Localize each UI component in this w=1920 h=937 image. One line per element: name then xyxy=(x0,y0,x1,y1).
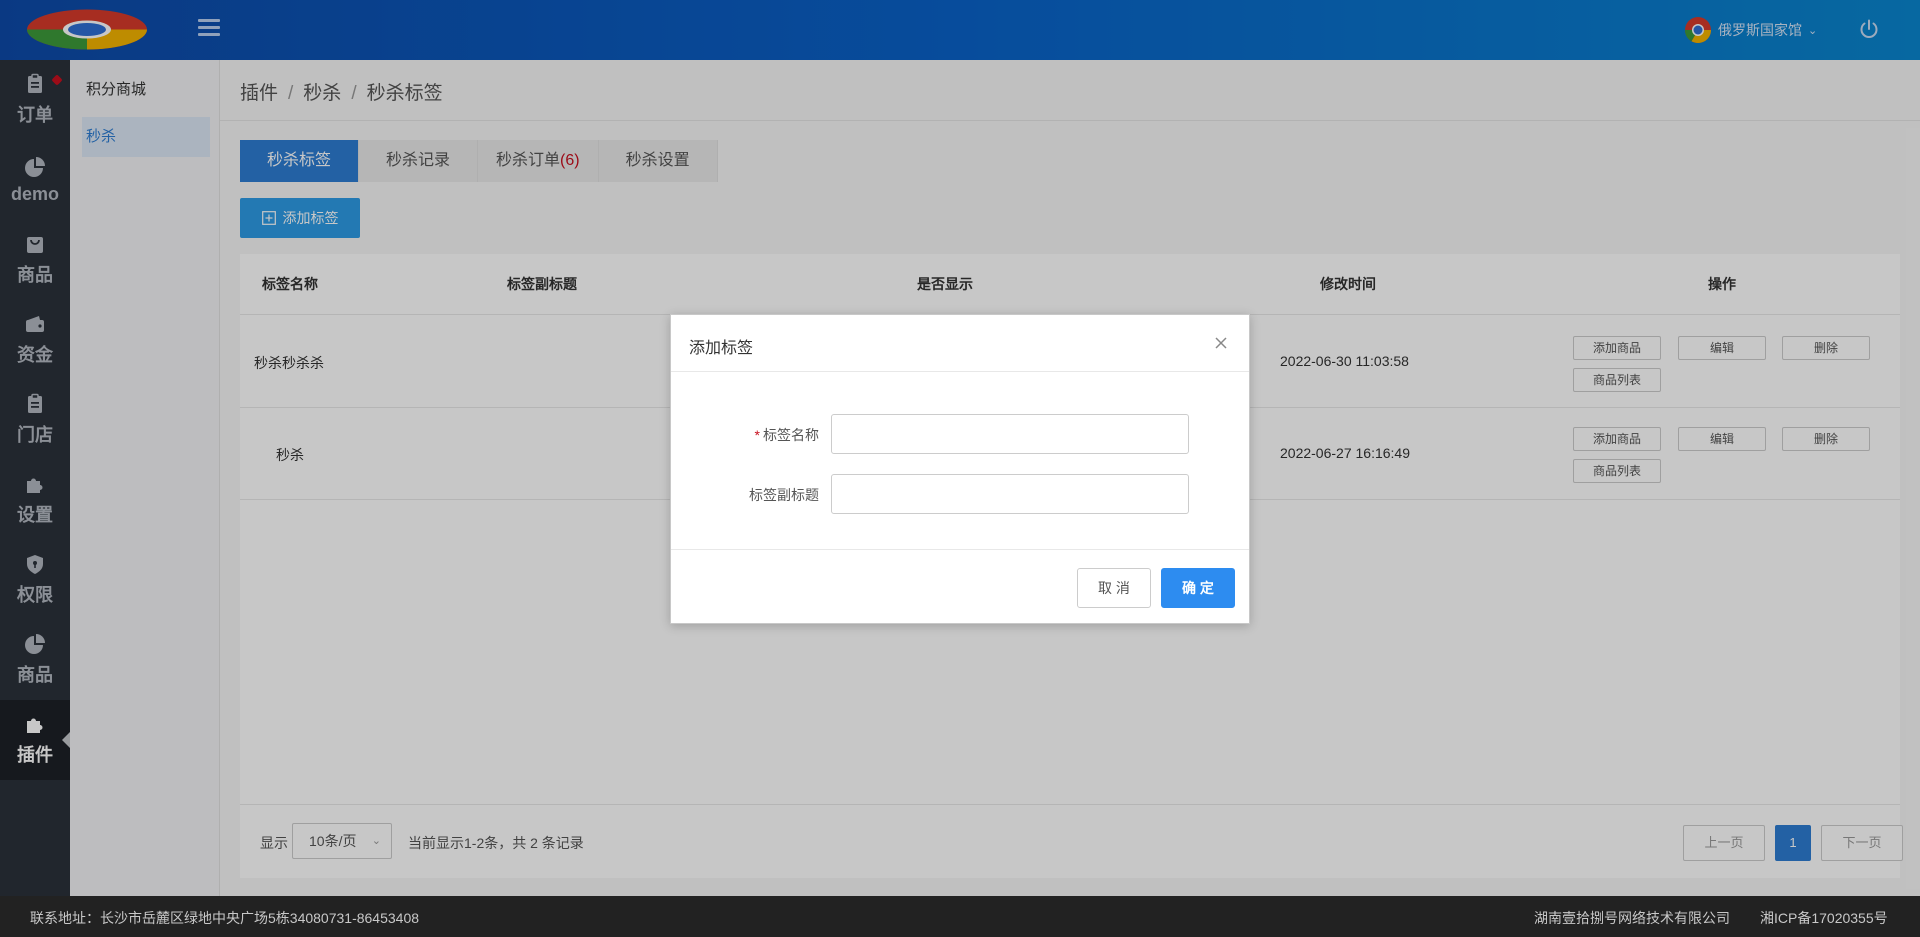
footer-company: 湖南壹拾捌号网络技术有限公司 xyxy=(1534,910,1730,926)
label-name-label: * 标签名称 xyxy=(709,425,819,445)
footer-icp[interactable]: 湘ICP备17020355号 xyxy=(1760,908,1888,928)
cancel-button[interactable]: 取 消 xyxy=(1077,568,1151,608)
confirm-button[interactable]: 确 定 xyxy=(1161,568,1235,608)
add-label-dialog: 添加标签 * 标签名称 标签副标题 取 消 确 定 xyxy=(670,314,1250,624)
dialog-header: 添加标签 xyxy=(671,315,1249,372)
footer-address: 联系地址：长沙市岳麓区绿地中央广场5栋34080731-86453408 xyxy=(30,910,420,926)
dialog-title: 添加标签 xyxy=(689,340,754,357)
required-mark: * xyxy=(754,427,760,443)
label-subtitle-input[interactable] xyxy=(831,474,1189,514)
label-name-input[interactable] xyxy=(831,414,1189,454)
label-subtitle-label: 标签副标题 xyxy=(749,487,819,503)
dialog-footer-divider xyxy=(671,549,1249,550)
label-name-label-text: 标签名称 xyxy=(763,427,819,443)
page-footer: 联系地址：长沙市岳麓区绿地中央广场5栋34080731-86453408 湖南壹… xyxy=(0,896,1920,937)
close-icon[interactable] xyxy=(1213,335,1229,351)
